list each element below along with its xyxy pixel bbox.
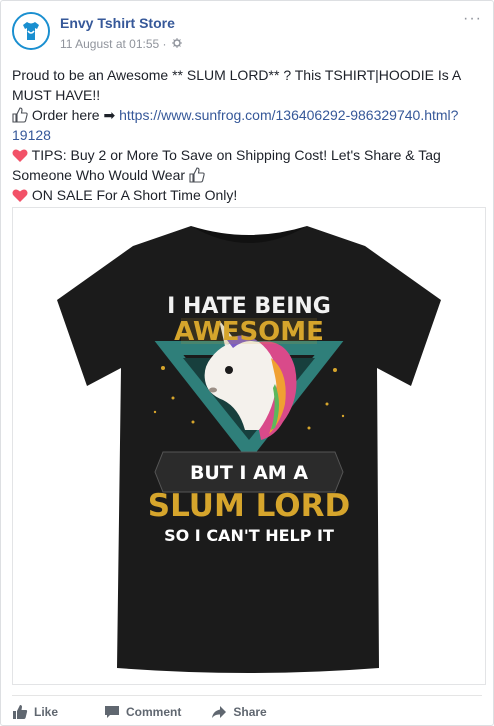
post-order-line: Order here ➡ https://www.sunfrog.com/136… [12, 105, 488, 145]
page-name-link[interactable]: Envy Tshirt Store [60, 15, 175, 31]
post-body: Proud to be an Awesome ** SLUM LORD** ? … [12, 65, 488, 205]
post-meta: 11 August at 01:55 · [60, 37, 182, 51]
tshirt-image: I HATE BEING AWESOME BUT I AM A SLUM LOR… [13, 208, 485, 684]
shirt-text-line-2: AWESOME [174, 317, 324, 347]
like-label: Like [34, 704, 59, 719]
shirt-text-line-1: I HATE BEING [167, 294, 331, 319]
heart-icon [12, 149, 28, 162]
globe-icon [171, 38, 182, 51]
comment-button[interactable]: Comment [104, 704, 181, 720]
post-photo[interactable]: I HATE BEING AWESOME BUT I AM A SLUM LOR… [12, 207, 486, 685]
more-options-button[interactable]: ··· [463, 10, 482, 28]
page-avatar[interactable] [12, 12, 50, 50]
shirt-text-line-3: BUT I AM A [190, 462, 308, 484]
comment-label: Comment [126, 704, 182, 719]
sale-text: ON SALE For A Short Time Only! [28, 187, 238, 203]
post-actions-bar: Like Comment Share [12, 695, 482, 726]
arrow-right-icon: ➡ [103, 107, 116, 123]
post-header: Envy Tshirt Store 11 August at 01:55 · ·… [12, 10, 482, 56]
tips-text: TIPS: Buy 2 or More To Save on Shipping … [12, 147, 441, 183]
heart-icon [12, 189, 28, 202]
tshirt-logo-icon [14, 14, 48, 48]
thumbs-up-icon [13, 704, 28, 719]
shirt-text-line-4: SLUM LORD [148, 488, 350, 524]
meta-separator: · [162, 37, 167, 51]
thumbs-up-icon [189, 167, 205, 183]
share-label: Share [233, 704, 267, 719]
post-tips-line: TIPS: Buy 2 or More To Save on Shipping … [12, 145, 488, 185]
order-label: Order here [28, 107, 104, 123]
share-button[interactable]: Share [211, 704, 267, 720]
comment-icon [105, 705, 120, 718]
thumbs-up-icon [12, 107, 28, 123]
like-button[interactable]: Like [12, 704, 58, 720]
post-timestamp[interactable]: 11 August at 01:55 [60, 37, 159, 51]
share-icon [212, 705, 227, 718]
shirt-text-line-5: SO I CAN'T HELP IT [164, 526, 334, 545]
post-sale-line: ON SALE For A Short Time Only! [12, 185, 488, 205]
post-line-1: Proud to be an Awesome ** SLUM LORD** ? … [12, 67, 461, 103]
post-card: Envy Tshirt Store 11 August at 01:55 · ·… [0, 0, 494, 726]
